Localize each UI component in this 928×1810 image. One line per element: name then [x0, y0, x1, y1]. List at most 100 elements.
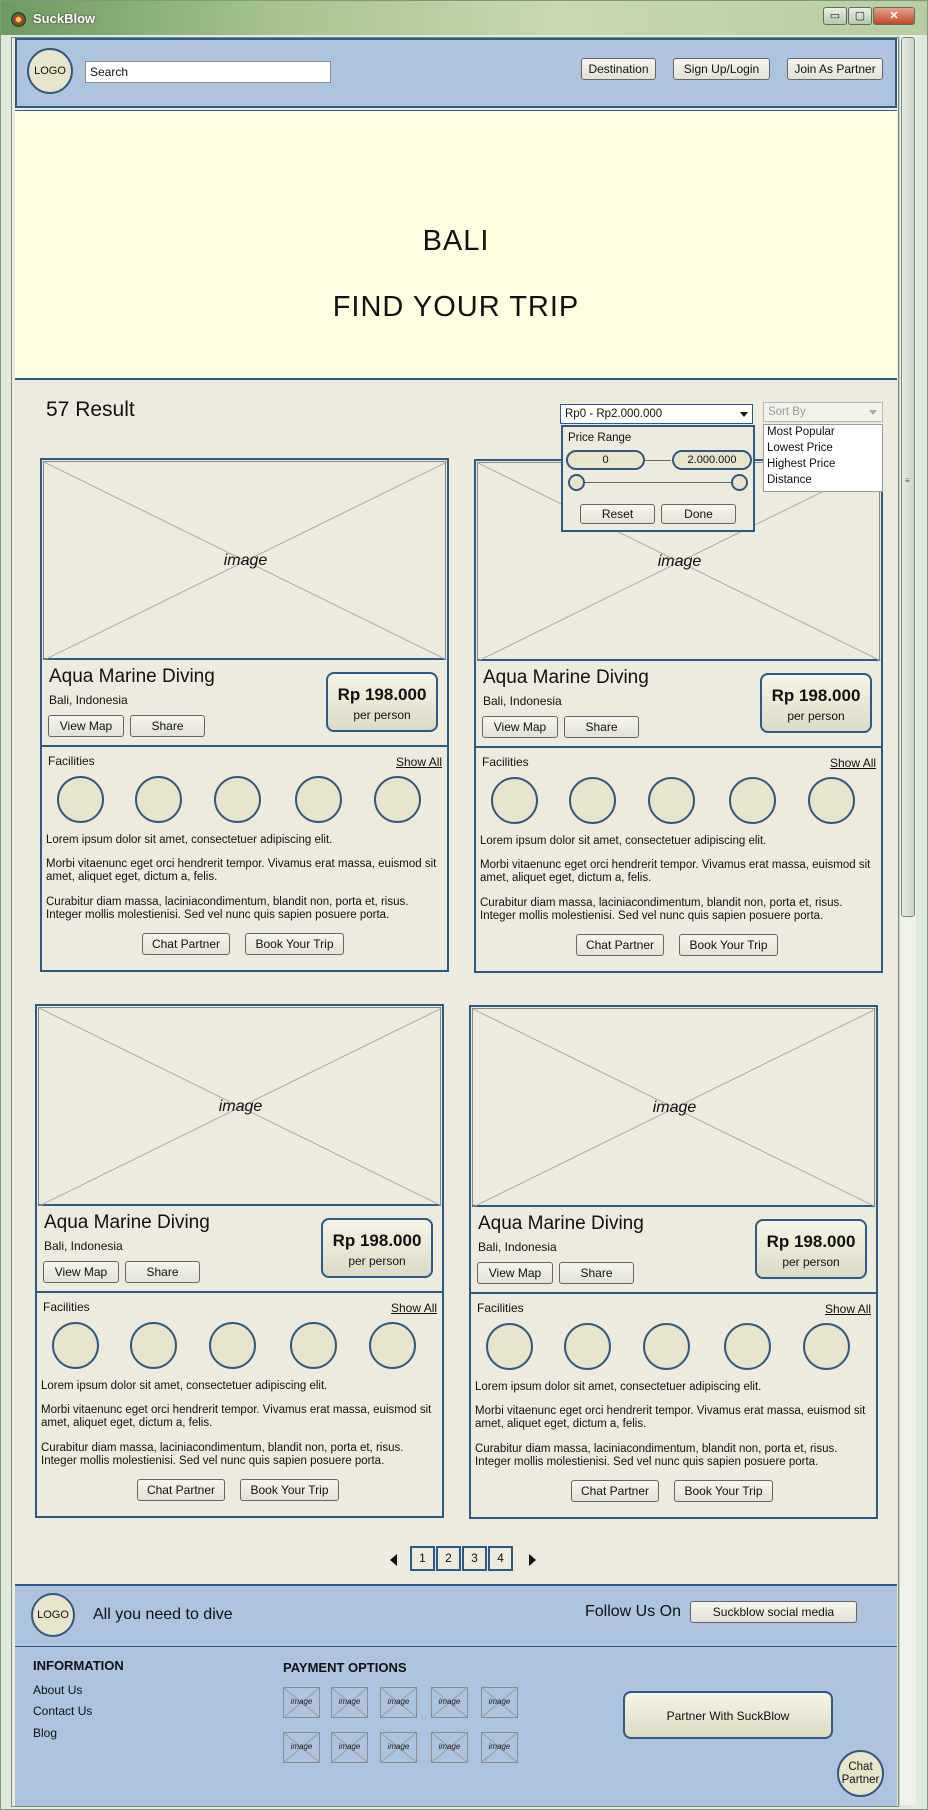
view-map-button[interactable]: View Map	[43, 1261, 119, 1283]
facility-icon	[643, 1323, 690, 1370]
footer-logo[interactable]: LOGO	[31, 1593, 75, 1637]
price-filter-select[interactable]: Rp0 - Rp2.000.000	[560, 404, 753, 424]
book-your-trip-button[interactable]: Book Your Trip	[679, 934, 778, 956]
card-description-2: Morbi vitaenunc eget orci hendrerit temp…	[480, 859, 871, 884]
next-page-arrow-icon[interactable]	[529, 1554, 536, 1566]
price-filter-value: Rp0 - Rp2.000.000	[565, 408, 663, 420]
price-amount: Rp 198.000	[766, 1232, 856, 1251]
page-2[interactable]: 2	[436, 1546, 461, 1571]
card-location: Bali, Indonesia	[44, 1239, 123, 1253]
facility-icon	[491, 777, 538, 824]
share-button[interactable]: Share	[130, 715, 205, 737]
page-4[interactable]: 4	[488, 1546, 513, 1571]
price-unit: per person	[353, 708, 411, 722]
facility-icon	[724, 1323, 771, 1370]
price-badge: Rp 198.000 per person	[326, 672, 438, 732]
card-divider	[476, 746, 881, 748]
partner-with-suckblow-button[interactable]: Partner With SuckBlow	[623, 1691, 833, 1739]
min-price-input[interactable]: 0	[566, 450, 645, 470]
card-image-placeholder: image	[472, 1008, 876, 1207]
payment-method-image: image	[431, 1732, 468, 1763]
image-label: image	[218, 1098, 263, 1115]
range-slider-max-handle[interactable]	[731, 474, 748, 491]
footer-divider	[15, 1646, 897, 1647]
share-button[interactable]: Share	[125, 1261, 200, 1283]
app-icon	[11, 12, 26, 27]
sort-option-distance[interactable]: Distance	[764, 473, 882, 489]
sort-option-most-popular[interactable]: Most Popular	[764, 425, 882, 441]
done-button[interactable]: Done	[661, 504, 736, 524]
search-input[interactable]: Search	[85, 61, 331, 83]
range-slider-min-handle[interactable]	[568, 474, 585, 491]
result-card: image Aqua Marine Diving Bali, Indonesia Vi…	[35, 1004, 444, 1518]
card-description-1: Lorem ipsum dolor sit amet, consectetuer…	[41, 1380, 328, 1392]
reset-button[interactable]: Reset	[580, 504, 655, 524]
facility-icon	[369, 1322, 416, 1369]
about-us-link[interactable]: About Us	[33, 1683, 82, 1697]
share-button[interactable]: Share	[559, 1262, 634, 1284]
book-your-trip-button[interactable]: Book Your Trip	[245, 933, 344, 955]
signup-login-button[interactable]: Sign Up/Login	[673, 58, 770, 80]
book-your-trip-button[interactable]: Book Your Trip	[674, 1480, 773, 1502]
share-button[interactable]: Share	[564, 716, 639, 738]
payment-method-image: image	[481, 1687, 518, 1718]
price-amount: Rp 198.000	[771, 686, 861, 705]
join-as-partner-button[interactable]: Join As Partner	[787, 58, 883, 80]
show-all-link[interactable]: Show All	[825, 1302, 871, 1316]
payment-method-image: image	[481, 1732, 518, 1763]
card-title: Aqua Marine Diving	[49, 666, 215, 687]
scrollbar-thumb[interactable]: ≡	[901, 37, 915, 917]
maximize-button[interactable]: ▢	[848, 7, 872, 25]
card-description-3: Curabitur diam massa, laciniacondimentum…	[46, 896, 409, 921]
site-footer: LOGO All you need to dive Follow Us On S…	[15, 1584, 897, 1806]
card-location: Bali, Indonesia	[483, 694, 562, 708]
card-image-placeholder: image	[43, 461, 447, 660]
chat-partner-button[interactable]: Chat Partner	[137, 1479, 225, 1501]
card-description-2: Morbi vitaenunc eget orci hendrerit temp…	[46, 858, 437, 883]
show-all-link[interactable]: Show All	[391, 1301, 437, 1315]
blog-link[interactable]: Blog	[33, 1726, 57, 1740]
payment-method-image: image	[331, 1687, 368, 1718]
chat-partner-button[interactable]: Chat Partner	[142, 933, 230, 955]
result-card: image Aqua Marine Diving Bali, Indonesia Vi…	[40, 458, 449, 972]
range-slider-track[interactable]	[577, 482, 739, 483]
header-logo[interactable]: LOGO	[27, 48, 73, 94]
card-description-3: Curabitur diam massa, laciniacondimentum…	[475, 1443, 838, 1468]
max-price-input[interactable]: 2.000.000	[672, 450, 752, 470]
card-description-2: Morbi vitaenunc eget orci hendrerit temp…	[41, 1404, 432, 1429]
page-1[interactable]: 1	[410, 1546, 435, 1571]
payment-image-label: image	[438, 1697, 461, 1706]
view-map-button[interactable]: View Map	[482, 716, 558, 738]
minimize-button[interactable]: ▭	[823, 7, 847, 25]
facilities-label: Facilities	[482, 755, 529, 769]
payment-image-label: image	[387, 1742, 410, 1751]
vertical-scrollbar[interactable]: ≡	[899, 35, 916, 1805]
title-bar[interactable]: SuckBlow ▭ ▢ ✕	[1, 1, 927, 35]
chat-partner-button[interactable]: Chat Partner	[576, 934, 664, 956]
book-your-trip-button[interactable]: Book Your Trip	[240, 1479, 339, 1501]
payment-method-image: image	[431, 1687, 468, 1718]
information-heading: INFORMATION	[33, 1658, 124, 1673]
show-all-link[interactable]: Show All	[396, 755, 442, 769]
payment-method-image: image	[331, 1732, 368, 1763]
destination-button[interactable]: Destination	[581, 58, 656, 80]
chat-partner-button[interactable]: Chat Partner	[571, 1480, 659, 1502]
view-map-button[interactable]: View Map	[48, 715, 124, 737]
facility-icon	[569, 777, 616, 824]
facilities-label: Facilities	[43, 1300, 90, 1314]
sort-option-lowest-price[interactable]: Lowest Price	[764, 441, 882, 457]
close-button[interactable]: ✕	[873, 7, 915, 25]
sort-options-list: Most Popular Lowest Price Highest Price …	[763, 424, 883, 492]
sort-option-highest-price[interactable]: Highest Price	[764, 457, 882, 473]
facility-icon	[130, 1322, 177, 1369]
sort-by-select[interactable]: Sort By	[763, 402, 883, 422]
view-map-button[interactable]: View Map	[477, 1262, 553, 1284]
chat-partner-bubble[interactable]: Chat Partner	[837, 1750, 884, 1797]
show-all-link[interactable]: Show All	[830, 756, 876, 770]
page-3[interactable]: 3	[462, 1546, 487, 1571]
chat-partner-bubble-label: Chat Partner	[841, 1761, 880, 1786]
facility-icon	[808, 777, 855, 824]
contact-us-link[interactable]: Contact Us	[33, 1704, 92, 1718]
prev-page-arrow-icon[interactable]	[390, 1554, 397, 1566]
social-media-button[interactable]: Suckblow social media	[690, 1601, 857, 1623]
